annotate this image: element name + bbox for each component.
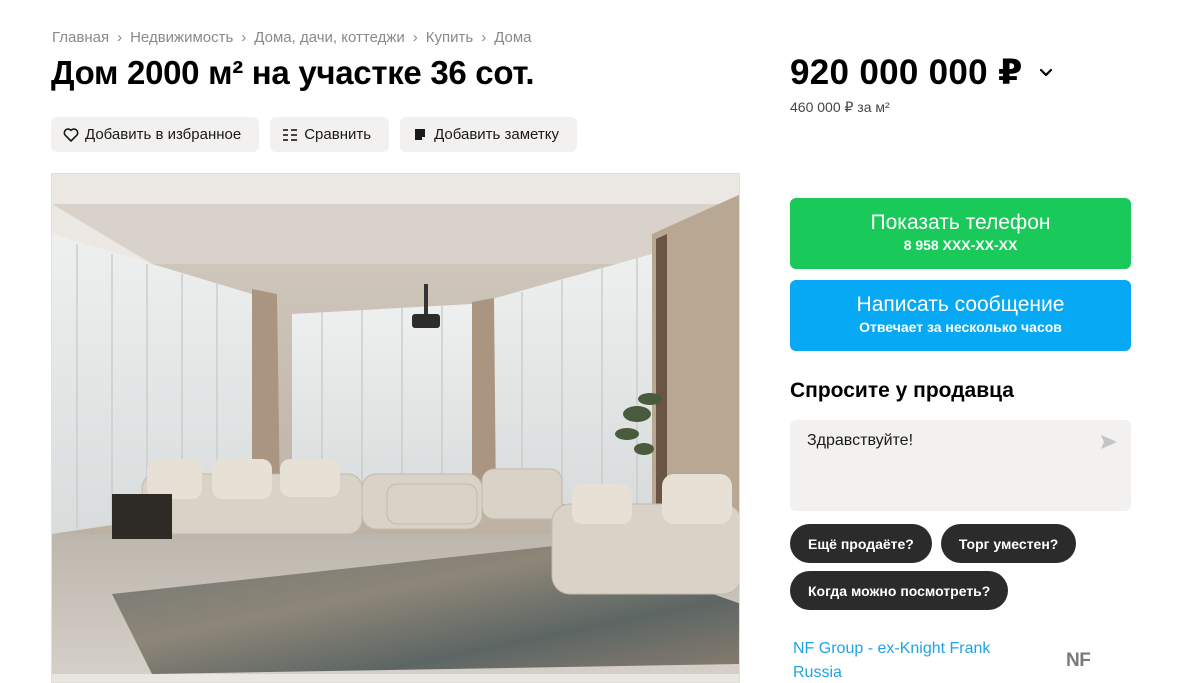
heart-icon <box>63 127 79 143</box>
chevron-right-icon: › <box>412 28 418 46</box>
breadcrumb-item-buy[interactable]: Купить <box>426 29 473 46</box>
add-to-favorites-label: Добавить в избранное <box>85 126 242 143</box>
breadcrumb-item-houses-cottages[interactable]: Дома, дачи, коттеджи <box>254 29 404 46</box>
breadcrumb-item-realty[interactable]: Недвижимость <box>130 29 233 46</box>
compare-icon <box>282 127 298 143</box>
living-room-photo <box>52 174 739 682</box>
breadcrumb: Главная › Недвижимость › Дома, дачи, кот… <box>52 27 532 47</box>
breadcrumb-item-houses[interactable]: Дома <box>494 29 531 46</box>
compare-label: Сравнить <box>304 126 372 143</box>
chevron-down-icon[interactable] <box>1037 64 1055 82</box>
phone-masked: 8 958 XXX-XX-XX <box>903 237 1018 253</box>
listing-actions: Добавить в избранное Сравнить Добавить з… <box>51 117 577 152</box>
send-icon[interactable] <box>1099 432 1119 452</box>
ask-seller-box <box>790 420 1131 511</box>
listing-photo[interactable] <box>51 173 740 683</box>
quick-question-chip[interactable]: Когда можно посмотреть? <box>790 571 1009 610</box>
write-message-button[interactable]: Написать сообщение Отвечает за несколько… <box>790 280 1131 351</box>
quick-question-chip[interactable]: Ещё продаёте? <box>790 524 932 563</box>
breadcrumb-item-home[interactable]: Главная <box>52 29 109 46</box>
write-message-label: Написать сообщение <box>856 293 1065 316</box>
compare-button[interactable]: Сравнить <box>270 117 390 152</box>
note-icon <box>412 127 428 143</box>
quick-question-chip[interactable]: Торг уместен? <box>940 524 1077 563</box>
chevron-right-icon: › <box>241 28 247 46</box>
response-time-note: Отвечает за несколько часов <box>859 319 1062 335</box>
agency-link[interactable]: NF Group - ex-Knight Frank Russia <box>793 637 1033 683</box>
show-phone-label: Показать телефон <box>870 211 1051 234</box>
chevron-right-icon: › <box>117 28 123 46</box>
show-phone-button[interactable]: Показать телефон 8 958 XXX-XX-XX <box>790 198 1131 269</box>
quick-questions: Ещё продаёте? Торг уместен? Когда можно … <box>790 524 1131 610</box>
add-note-label: Добавить заметку <box>434 126 559 143</box>
price: 920 000 000 ₽ <box>790 52 1055 94</box>
page-title: Дом 2000 м² на участке 36 сот. <box>51 54 535 91</box>
price-value: 920 000 000 ₽ <box>790 53 1023 92</box>
add-note-button[interactable]: Добавить заметку <box>400 117 577 152</box>
ask-seller-input[interactable] <box>807 432 1077 450</box>
ask-seller-heading: Спросите у продавца <box>790 379 1014 402</box>
price-block: 920 000 000 ₽ 460 000 ₽ за м² <box>790 52 1055 116</box>
price-per-meter: 460 000 ₽ за м² <box>790 99 890 115</box>
chevron-right-icon: › <box>481 28 487 46</box>
add-to-favorites-button[interactable]: Добавить в избранное <box>51 117 260 152</box>
agency-logo[interactable]: NF <box>1066 650 1091 672</box>
